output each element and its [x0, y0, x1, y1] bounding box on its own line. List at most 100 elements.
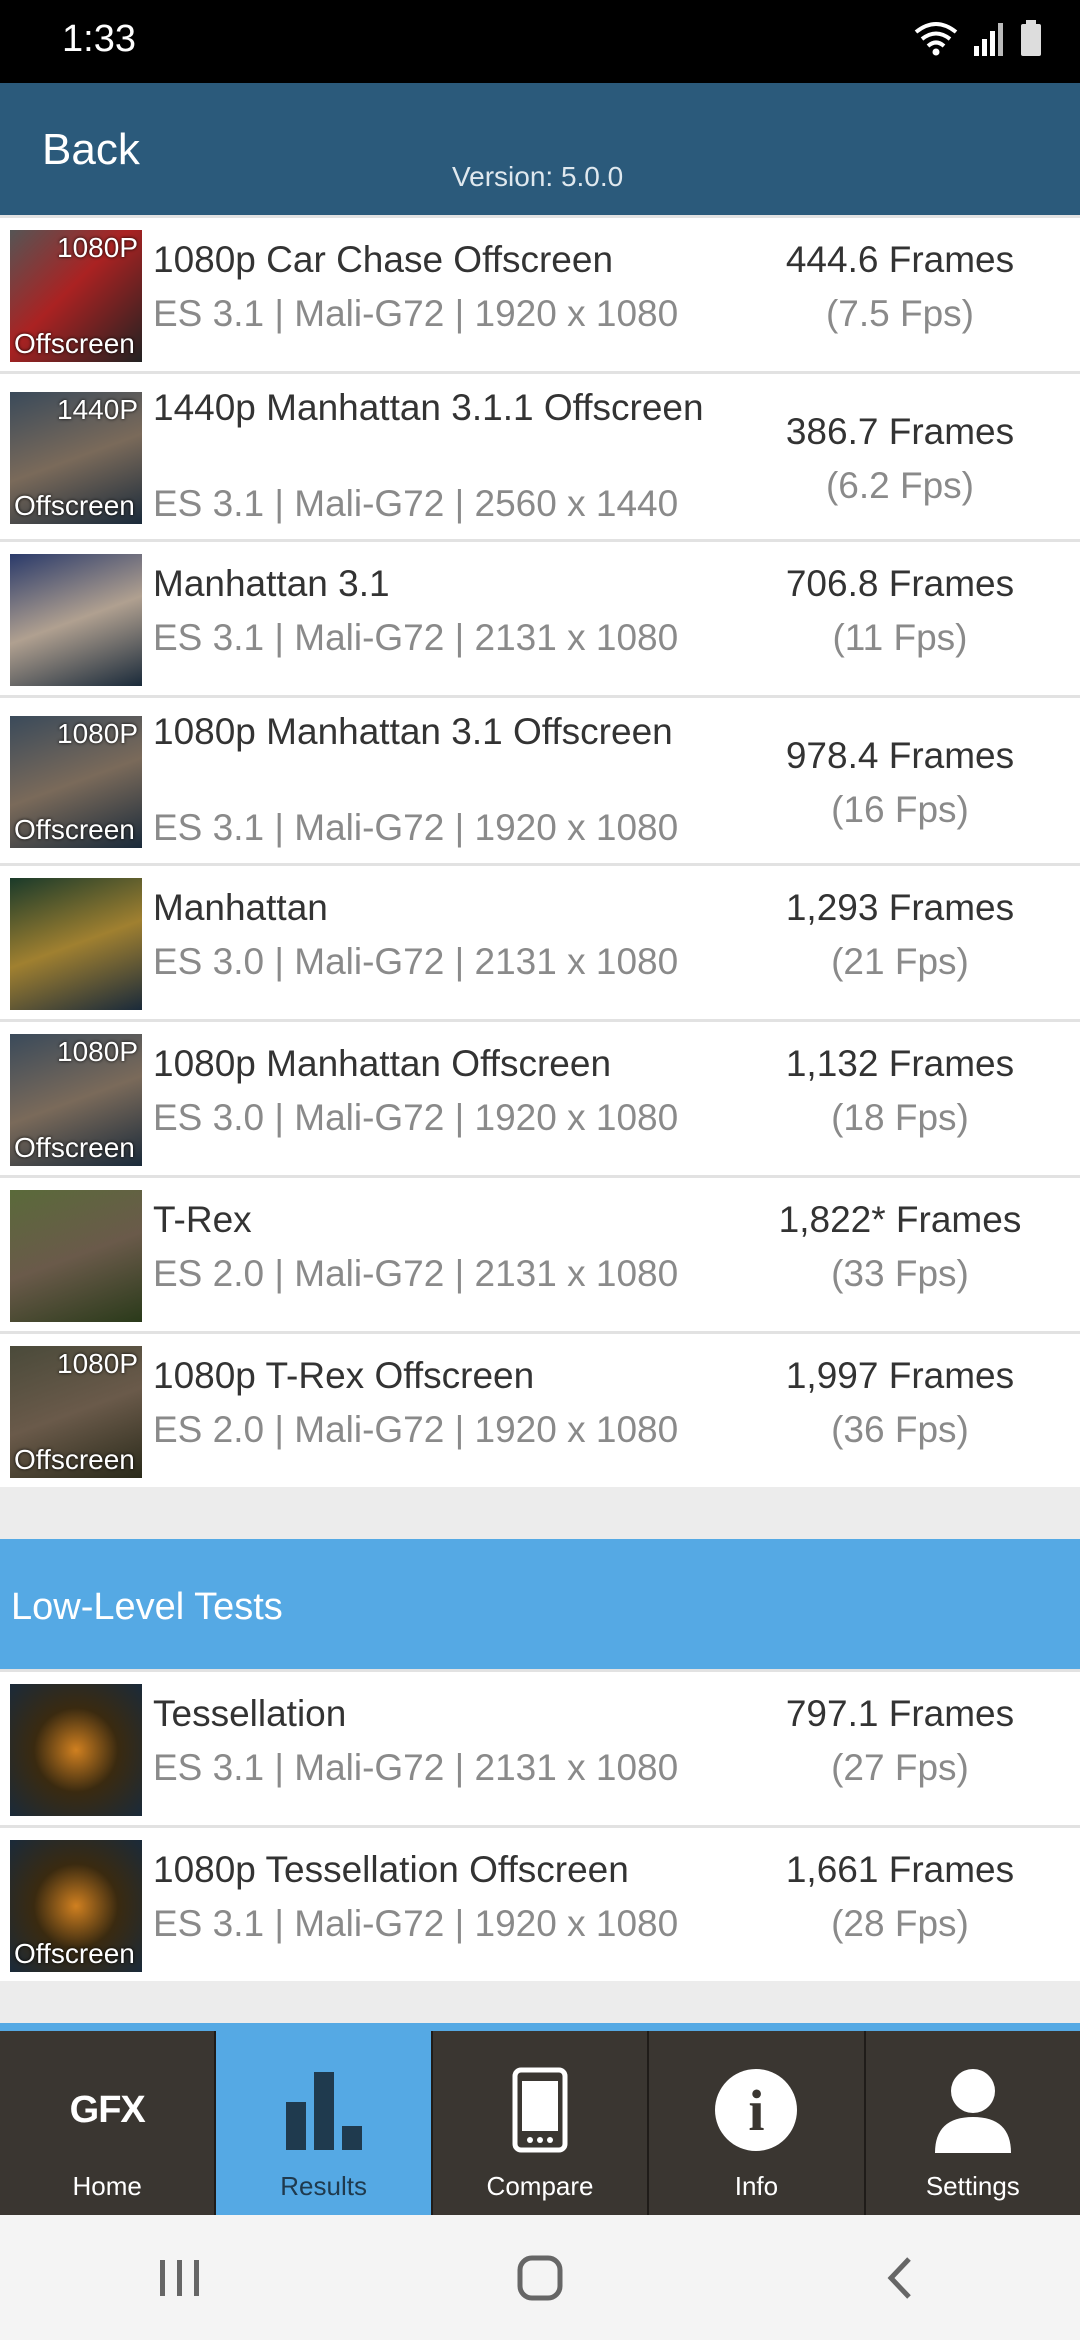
thumbnail-offscreen-tag: Offscreen [14, 1444, 135, 1475]
benchmark-fps: (33 Fps) [831, 1253, 969, 1294]
gfx-logo-icon: GFX [0, 2065, 214, 2155]
benchmark-frames: 1,822* Frames [778, 1199, 1022, 1240]
tab-info[interactable]: i Info [649, 2031, 866, 2215]
benchmark-rows: 1080P Offscreen 1080p Car Chase Offscreen E… [0, 215, 1080, 1487]
benchmark-frames: 1,293 Frames [785, 887, 1015, 928]
tab-results-label: Results [280, 2171, 367, 2201]
home-circle-icon [517, 2255, 563, 2300]
section-gap [0, 1487, 1080, 1539]
thumbnail-resolution-tag: 1080P [57, 718, 138, 749]
benchmark-name: Manhattan [153, 887, 328, 928]
benchmark-spec: ES 3.1 | Mali-G72 | 1920 x 1080 [153, 1903, 679, 1944]
benchmark-name: Manhattan 3.1 [153, 563, 390, 604]
benchmark-row[interactable]: T-Rex ES 2.0 | Mali-G72 | 2131 x 1080 1,82… [0, 1175, 1080, 1331]
benchmark-thumbnail [10, 1684, 142, 1816]
info-icon-glyph: i [748, 2077, 765, 2143]
recents-icon [160, 2259, 199, 2296]
benchmark-frames: 797.1 Frames [785, 1693, 1015, 1734]
tab-results[interactable]: Results [216, 2031, 433, 2215]
benchmark-fps: (21 Fps) [831, 941, 969, 982]
benchmark-fps: (16 Fps) [831, 789, 969, 830]
user-icon [866, 2065, 1080, 2155]
tab-home[interactable]: GFX Home [0, 2031, 217, 2215]
status-icons [914, 20, 1042, 56]
benchmark-row[interactable]: Manhattan ES 3.0 | Mali-G72 | 2131 x 1080… [0, 863, 1080, 1019]
bar-chart-icon [216, 2065, 430, 2155]
benchmark-frames: 978.4 Frames [785, 735, 1015, 776]
benchmark-row[interactable]: Tessellation ES 3.1 | Mali-G72 | 2131 x 1… [0, 1669, 1080, 1825]
status-time: 1:33 [62, 18, 136, 60]
benchmark-spec: ES 3.1 | Mali-G72 | 1920 x 1080 [153, 293, 679, 334]
benchmark-spec: ES 3.1 | Mali-G72 | 2560 x 1440 [153, 483, 679, 524]
benchmark-row[interactable]: 1440P Offscreen 1440p Manhattan 3.1.1 Offs… [0, 371, 1080, 539]
benchmark-fps: (36 Fps) [831, 1409, 969, 1450]
tab-settings[interactable]: Settings [866, 2031, 1080, 2215]
thumbnail-offscreen-tag: Offscreen [14, 814, 135, 845]
benchmark-row[interactable]: Manhattan 3.1 ES 3.1 | Mali-G72 | 2131 x … [0, 539, 1080, 695]
home-button[interactable] [480, 2238, 600, 2318]
chevron-left-icon [887, 2256, 911, 2299]
thumbnail-resolution-tag: 1440P [57, 394, 138, 425]
benchmark-thumbnail: 1080P Offscreen [10, 716, 142, 848]
benchmark-fps: (6.2 Fps) [825, 465, 975, 506]
app-header: Back Version: 5.0.0 [0, 83, 1080, 215]
benchmark-frames: 1,132 Frames [785, 1043, 1015, 1084]
benchmark-name: T-Rex [153, 1199, 252, 1240]
benchmark-thumbnail: 1440P Offscreen [10, 392, 142, 524]
benchmark-row[interactable]: 1080P Offscreen 1080p Car Chase Offscreen E… [0, 215, 1080, 371]
thumbnail-offscreen-tag: Offscreen [14, 490, 135, 521]
benchmark-spec: ES 3.1 | Mali-G72 | 1920 x 1080 [153, 807, 679, 848]
benchmark-frames: 386.7 Frames [785, 411, 1015, 452]
benchmark-thumbnail [10, 554, 142, 686]
benchmark-spec: ES 3.0 | Mali-G72 | 1920 x 1080 [153, 1097, 679, 1138]
info-icon: i [649, 2065, 863, 2155]
tab-compare[interactable]: Compare [433, 2031, 650, 2215]
benchmark-frames: 444.6 Frames [785, 239, 1015, 280]
signal-icon [974, 23, 1003, 56]
benchmark-row[interactable]: 1080P Offscreen 1080p Manhattan Offscreen E… [0, 1019, 1080, 1175]
benchmark-row[interactable]: Offscreen 1080p Tessellation Offscreen ES … [0, 1825, 1080, 1981]
battery-icon [1021, 20, 1041, 56]
tab-bar: GFX Home Results Compare i Info Settings [0, 2023, 1080, 2215]
thumbnail-offscreen-tag: Offscreen [14, 1938, 135, 1969]
benchmark-fps: (18 Fps) [831, 1097, 969, 1138]
low-level-rows: Tessellation ES 3.1 | Mali-G72 | 2131 x 1… [0, 1669, 1080, 1981]
benchmark-spec: ES 2.0 | Mali-G72 | 1920 x 1080 [153, 1409, 679, 1450]
thumbnail-offscreen-tag: Offscreen [14, 1132, 135, 1163]
tab-compare-label: Compare [486, 2171, 594, 2201]
phone-icon [433, 2065, 647, 2155]
benchmark-thumbnail: 1080P Offscreen [10, 1346, 142, 1478]
status-bar: 1:33 [0, 0, 1080, 83]
thumbnail-resolution-tag: 1080P [57, 1036, 138, 1067]
benchmark-name: 1080p Tessellation Offscreen [153, 1849, 629, 1890]
back-button[interactable]: Back [42, 125, 140, 175]
benchmark-frames: 1,997 Frames [785, 1355, 1015, 1396]
section-header-low-level: Low-Level Tests [0, 1539, 1080, 1669]
benchmark-name: 1080p Car Chase Offscreen [153, 239, 614, 280]
thumbnail-offscreen-tag: Offscreen [14, 328, 135, 359]
wifi-icon [914, 22, 958, 56]
benchmark-spec: ES 3.1 | Mali-G72 | 2131 x 1080 [153, 617, 679, 658]
thumbnail-resolution-tag: 1080P [57, 1348, 138, 1379]
benchmark-thumbnail [10, 878, 142, 1010]
version-label: Version: 5.0.0 [452, 161, 624, 192]
benchmark-spec: ES 3.1 | Mali-G72 | 2131 x 1080 [153, 1747, 679, 1788]
benchmark-thumbnail: Offscreen [10, 1840, 142, 1972]
gfx-logo-text: GFX [69, 2088, 146, 2131]
benchmark-row[interactable]: 1080P Offscreen 1080p Manhattan 3.1 Offscr… [0, 695, 1080, 863]
back-nav-button[interactable] [840, 2238, 960, 2318]
benchmark-fps: (11 Fps) [832, 617, 968, 658]
benchmark-thumbnail: 1080P Offscreen [10, 1034, 142, 1166]
recents-button[interactable] [120, 2238, 240, 2318]
tab-home-label: Home [72, 2171, 142, 2201]
benchmark-name: 1440p Manhattan 3.1.1 Offscreen [153, 387, 704, 428]
results-list[interactable]: 1080P Offscreen 1080p Car Chase Offscreen E… [0, 215, 1080, 1981]
benchmark-name: Tessellation [153, 1693, 347, 1734]
benchmark-fps: (7.5 Fps) [825, 293, 975, 334]
benchmark-spec: ES 2.0 | Mali-G72 | 2131 x 1080 [153, 1253, 679, 1294]
benchmark-row[interactable]: 1080P Offscreen 1080p T-Rex Offscreen ES 2.… [0, 1331, 1080, 1487]
benchmark-frames: 1,661 Frames [785, 1849, 1015, 1890]
benchmark-spec: ES 3.0 | Mali-G72 | 2131 x 1080 [153, 941, 679, 982]
system-nav-bar [0, 2215, 1080, 2340]
benchmark-thumbnail [10, 1190, 142, 1322]
